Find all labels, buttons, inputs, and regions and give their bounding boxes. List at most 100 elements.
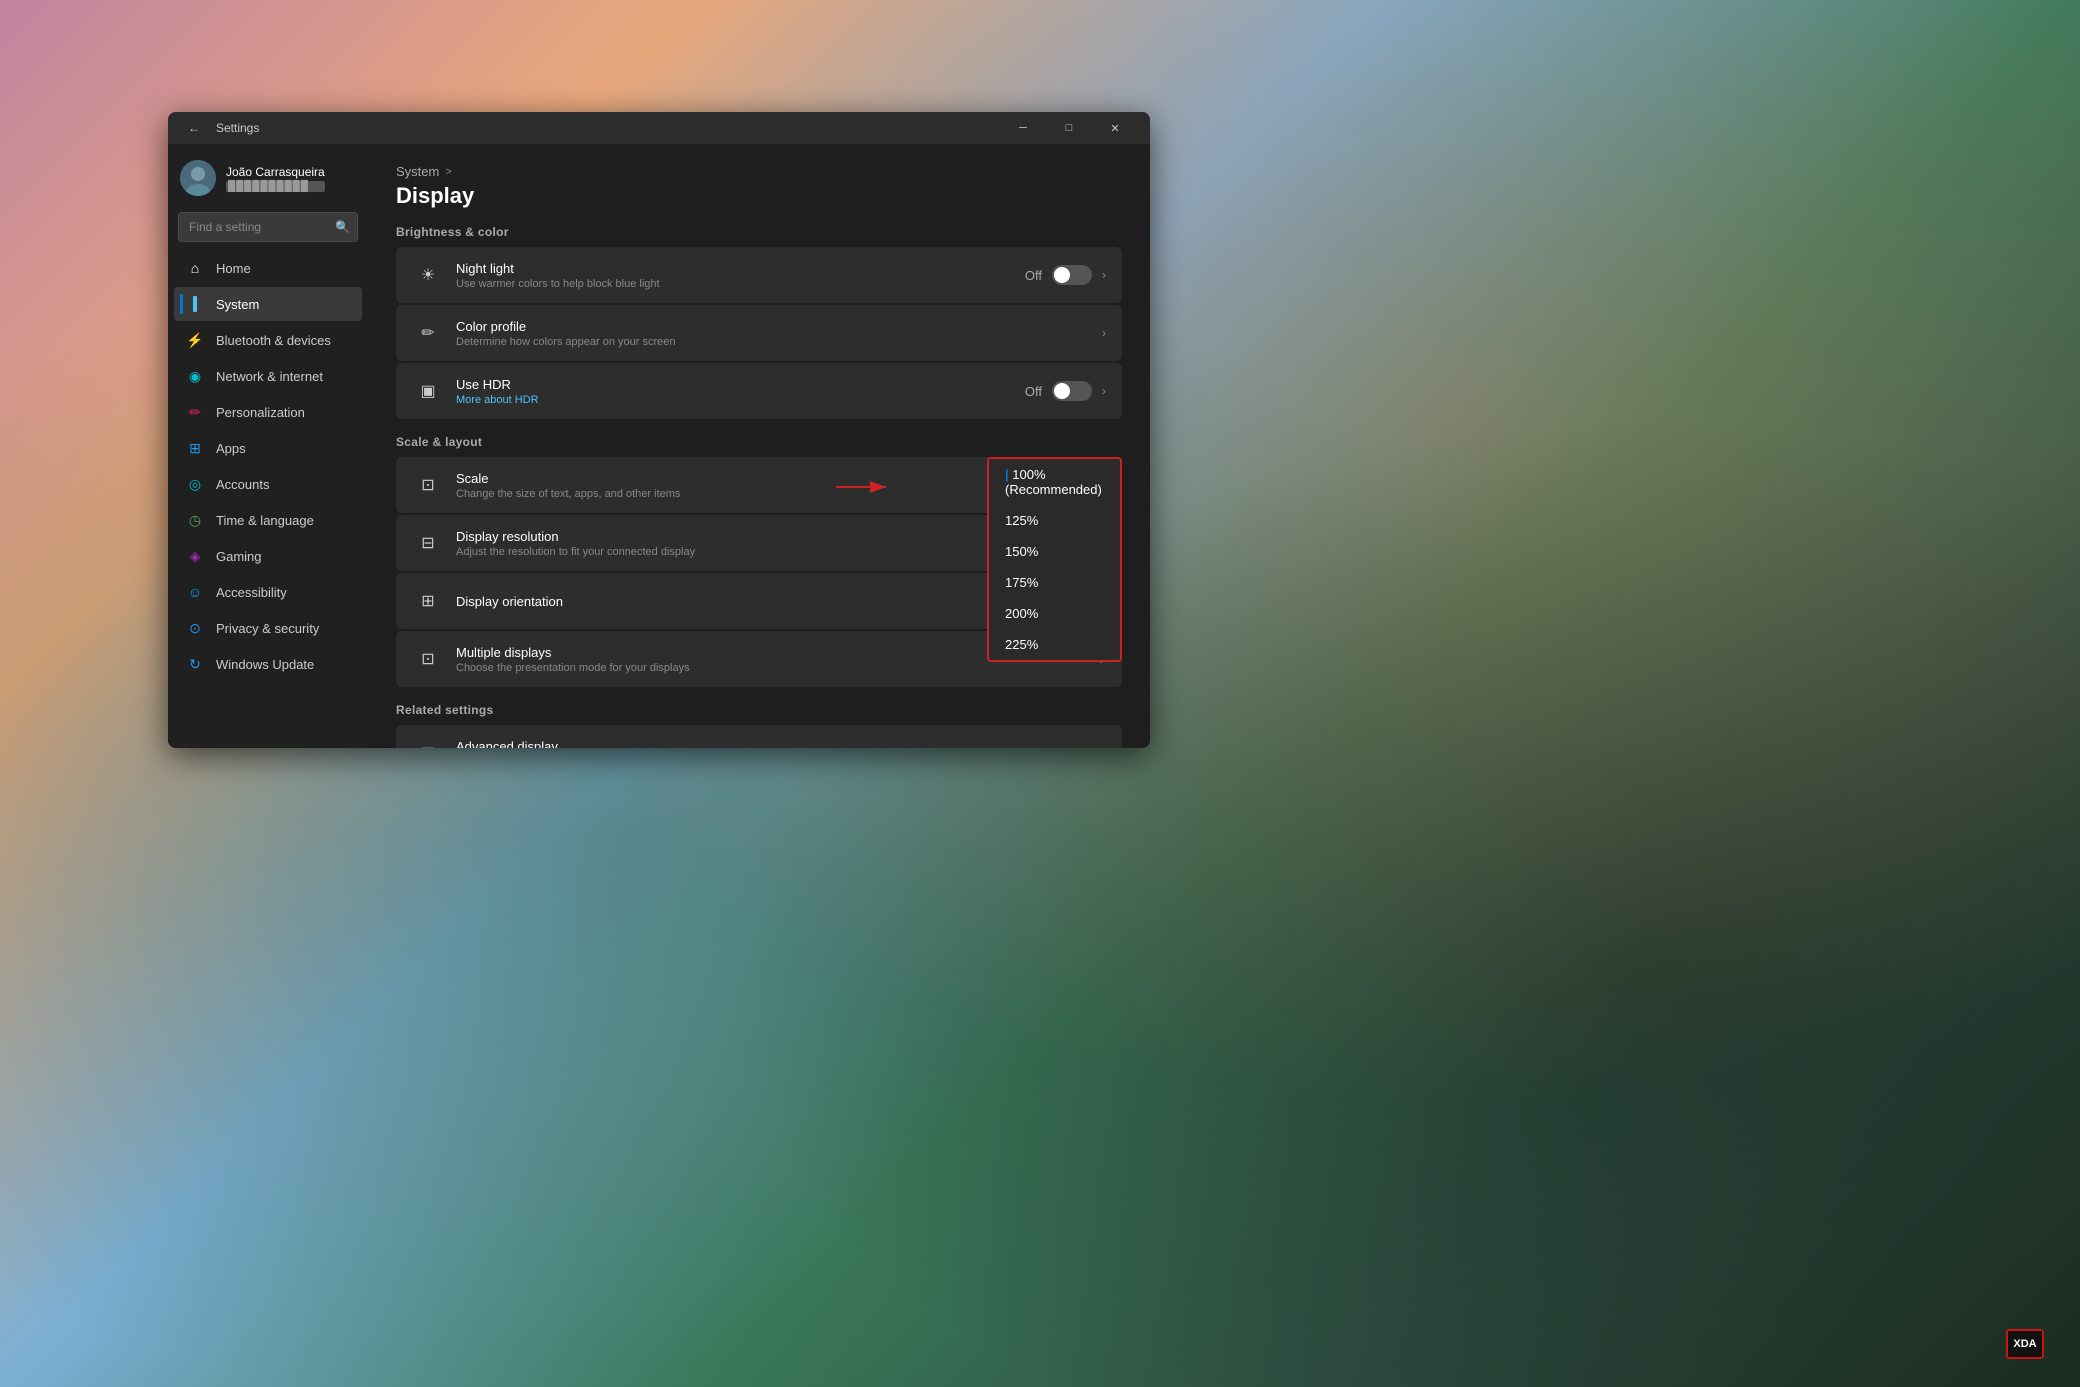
sidebar-item-time[interactable]: ◷ Time & language	[174, 503, 362, 537]
hdr-toggle[interactable]	[1052, 381, 1092, 401]
sidebar: João Carrasqueira ██████████ 🔍 ⌂ Home Sy…	[168, 144, 368, 748]
network-icon: ◉	[186, 367, 204, 385]
sidebar-item-system[interactable]: System	[174, 287, 362, 321]
multiple-displays-subtitle: Choose the presentation mode for your di…	[456, 662, 1096, 674]
breadcrumb-system[interactable]: System	[396, 164, 439, 179]
night-light-row[interactable]: ☀ Night light Use warmer colors to help …	[396, 247, 1122, 303]
sidebar-item-label: Personalization	[216, 405, 305, 420]
avatar	[180, 160, 216, 196]
advanced-display-right: ›	[1102, 746, 1106, 748]
user-name: João Carrasqueira	[226, 165, 325, 179]
night-light-toggle[interactable]	[1052, 265, 1092, 285]
maximize-button[interactable]: □	[1046, 112, 1092, 144]
sidebar-item-label: System	[216, 297, 259, 312]
user-profile[interactable]: João Carrasqueira ██████████	[168, 152, 368, 208]
hdr-icon: ▣	[412, 375, 444, 407]
window-title: Settings	[216, 121, 1000, 135]
scale-row-container: ⊡ Scale Change the size of text, apps, a…	[396, 457, 1122, 513]
night-light-chevron[interactable]: ›	[1102, 268, 1106, 282]
sidebar-item-label: Time & language	[216, 513, 314, 528]
apps-icon: ⊞	[186, 439, 204, 457]
night-light-right: Off ›	[1025, 265, 1106, 285]
sidebar-item-label: Apps	[216, 441, 246, 456]
search-box: 🔍	[178, 212, 358, 242]
color-profile-right: ›	[1102, 326, 1106, 340]
update-icon: ↻	[186, 655, 204, 673]
time-icon: ◷	[186, 511, 204, 529]
main-panel: System > Display Brightness & color ☀ Ni…	[368, 144, 1150, 748]
hdr-title: Use HDR	[456, 377, 1025, 392]
personalization-icon: ✏	[186, 403, 204, 421]
sidebar-item-home[interactable]: ⌂ Home	[174, 251, 362, 285]
scale-option-125[interactable]: 125%	[989, 505, 1120, 536]
night-light-subtitle: Use warmer colors to help block blue lig…	[456, 278, 1025, 290]
scale-option-225[interactable]: 225%	[989, 629, 1120, 660]
accounts-icon: ◎	[186, 475, 204, 493]
user-email: ██████████	[226, 181, 325, 192]
active-indicator	[180, 294, 183, 314]
window-controls: ─ □ ✕	[1000, 112, 1138, 144]
window-content: João Carrasqueira ██████████ 🔍 ⌂ Home Sy…	[168, 144, 1150, 748]
sidebar-item-label: Gaming	[216, 549, 262, 564]
scale-option-175[interactable]: 175%	[989, 567, 1120, 598]
night-light-icon: ☀	[412, 259, 444, 291]
sidebar-item-label: Bluetooth & devices	[216, 333, 331, 348]
multiple-displays-icon: ⊡	[412, 643, 444, 675]
xda-watermark: XDA	[2006, 1329, 2044, 1359]
user-info: João Carrasqueira ██████████	[226, 165, 325, 192]
advanced-display-text: Advanced display Display information, re…	[456, 739, 1102, 749]
home-icon: ⌂	[186, 259, 204, 277]
sidebar-item-label: Accounts	[216, 477, 269, 492]
accessibility-icon: ☺	[186, 583, 204, 601]
page-title: Display	[396, 183, 1122, 209]
search-input[interactable]	[178, 212, 358, 242]
scale-dropdown[interactable]: 100% (Recommended) 125% 150% 175% 200% 2…	[987, 457, 1122, 662]
sidebar-item-label: Windows Update	[216, 657, 314, 672]
sidebar-item-bluetooth[interactable]: ⚡ Bluetooth & devices	[174, 323, 362, 357]
settings-window: ← Settings ─ □ ✕ João Carrasqueira	[168, 112, 1150, 748]
advanced-display-title: Advanced display	[456, 739, 1102, 749]
advanced-display-chevron[interactable]: ›	[1102, 746, 1106, 748]
search-icon: 🔍	[335, 220, 350, 234]
color-profile-chevron[interactable]: ›	[1102, 326, 1106, 340]
color-profile-row[interactable]: ✏ Color profile Determine how colors app…	[396, 305, 1122, 361]
night-light-value: Off	[1025, 268, 1042, 283]
hdr-right: Off ›	[1025, 381, 1106, 401]
color-profile-title: Color profile	[456, 319, 1102, 334]
scale-option-150[interactable]: 150%	[989, 536, 1120, 567]
night-light-title: Night light	[456, 261, 1025, 276]
hdr-text: Use HDR More about HDR	[456, 377, 1025, 406]
section-brightness-title: Brightness & color	[396, 225, 1122, 239]
advanced-display-row[interactable]: ▣ Advanced display Display information, …	[396, 725, 1122, 748]
sidebar-item-update[interactable]: ↻ Windows Update	[174, 647, 362, 681]
scale-option-200[interactable]: 200%	[989, 598, 1120, 629]
sidebar-item-network[interactable]: ◉ Network & internet	[174, 359, 362, 393]
color-profile-icon: ✏	[412, 317, 444, 349]
sidebar-item-privacy[interactable]: ⊙ Privacy & security	[174, 611, 362, 645]
hdr-row[interactable]: ▣ Use HDR More about HDR Off ›	[396, 363, 1122, 419]
back-button[interactable]: ←	[180, 114, 208, 142]
sidebar-item-accessibility[interactable]: ☺ Accessibility	[174, 575, 362, 609]
sidebar-item-apps[interactable]: ⊞ Apps	[174, 431, 362, 465]
system-icon	[186, 295, 204, 313]
titlebar: ← Settings ─ □ ✕	[168, 112, 1150, 144]
sidebar-item-label: Accessibility	[216, 585, 287, 600]
xda-icon: XDA	[2006, 1329, 2044, 1359]
minimize-button[interactable]: ─	[1000, 112, 1046, 144]
gaming-icon: ◈	[186, 547, 204, 565]
scale-option-100[interactable]: 100% (Recommended)	[989, 459, 1120, 505]
advanced-display-icon: ▣	[412, 737, 444, 748]
sidebar-item-personalization[interactable]: ✏ Personalization	[174, 395, 362, 429]
scale-icon: ⊡	[412, 469, 444, 501]
sidebar-item-label: Network & internet	[216, 369, 323, 384]
color-profile-text: Color profile Determine how colors appea…	[456, 319, 1102, 348]
resolution-icon: ⊟	[412, 527, 444, 559]
hdr-subtitle[interactable]: More about HDR	[456, 394, 1025, 406]
section-related-title: Related settings	[396, 703, 1122, 717]
close-button[interactable]: ✕	[1092, 112, 1138, 144]
section-scale-title: Scale & layout	[396, 435, 1122, 449]
hdr-value: Off	[1025, 384, 1042, 399]
hdr-chevron[interactable]: ›	[1102, 384, 1106, 398]
sidebar-item-gaming[interactable]: ◈ Gaming	[174, 539, 362, 573]
sidebar-item-accounts[interactable]: ◎ Accounts	[174, 467, 362, 501]
